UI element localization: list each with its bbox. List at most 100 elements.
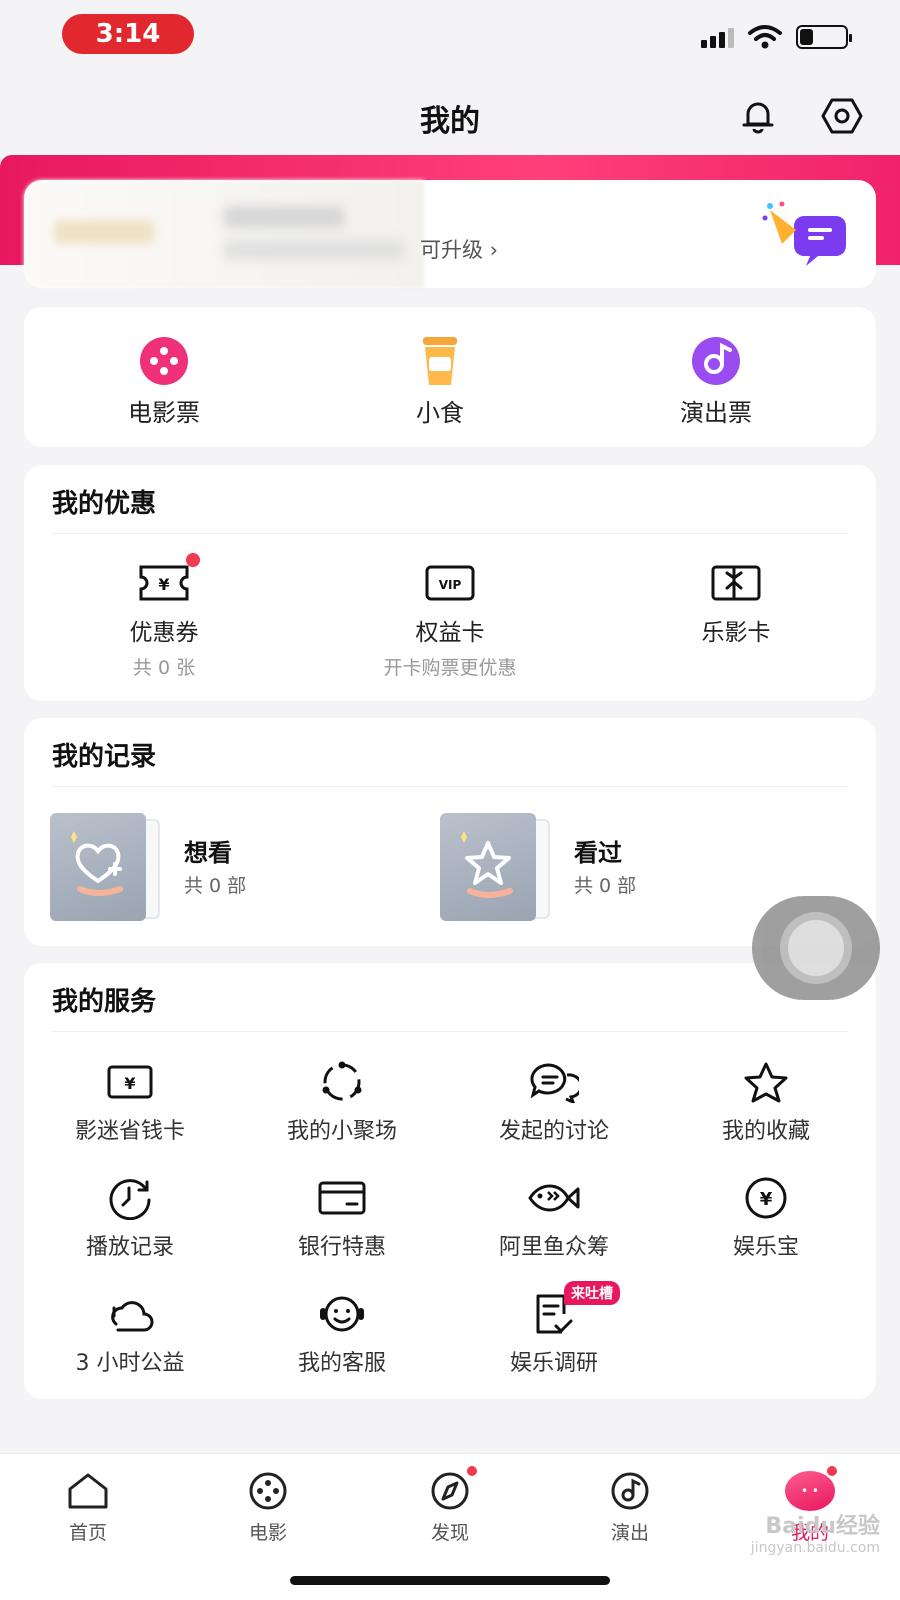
gift-card-icon: [706, 561, 766, 605]
svg-text:¥: ¥: [158, 575, 169, 594]
coupon-icon: ¥: [134, 553, 200, 605]
survey-icon: 来吐槽: [524, 1281, 620, 1337]
coupon-button[interactable]: ¥ 优惠券 共 0 张: [44, 553, 284, 680]
notification-dot: [825, 1464, 839, 1478]
divider: [52, 786, 848, 787]
divider: [52, 1031, 848, 1032]
assistive-touch-button[interactable]: [752, 896, 880, 1000]
movie-ticket-button[interactable]: 电影票: [64, 335, 264, 428]
want-to-watch-item[interactable]: 想看 共 0 部: [50, 813, 430, 923]
show-ticket-button[interactable]: 演出票: [616, 335, 816, 428]
record-label: 看过: [574, 839, 622, 867]
member-card[interactable]: 可升级 ›: [24, 180, 876, 288]
tab-shows[interactable]: 演出: [570, 1468, 690, 1545]
music-note-icon: [605, 1468, 655, 1514]
service-label: 发起的讨论: [498, 1119, 609, 1144]
notification-dot: [465, 1464, 479, 1478]
service-label: 娱乐宝: [732, 1235, 799, 1260]
record-count: 共 0 部: [184, 875, 247, 897]
chat-bubbles-icon: [524, 1059, 584, 1105]
vip-icon-text: VIP: [439, 578, 462, 592]
service-label: 影迷省钱卡: [74, 1119, 185, 1144]
coupon-count: 共 0 张: [132, 657, 196, 679]
service-label: 银行特惠: [297, 1235, 386, 1260]
tab-label: 演出: [610, 1522, 649, 1544]
tab-label: 首页: [68, 1522, 107, 1544]
ticket-label: 演出票: [680, 399, 752, 427]
bank-offers-service[interactable]: 银行特惠: [236, 1175, 448, 1261]
settings-hexagon-icon[interactable]: [820, 94, 864, 138]
compass-icon: [425, 1464, 479, 1514]
member-info-blurred: [24, 180, 424, 288]
yen-circle-icon: ¥: [736, 1175, 796, 1221]
battery-icon: [796, 25, 852, 49]
cloud-heart-icon: [100, 1291, 160, 1337]
wifi-icon: [748, 25, 782, 49]
benefit-card-label: 权益卡: [415, 620, 485, 646]
tab-label: 电影: [248, 1522, 287, 1544]
home-indicator[interactable]: [290, 1576, 610, 1585]
service-label: 3 小时公益: [75, 1351, 185, 1376]
discussions-service[interactable]: 发起的讨论: [448, 1059, 660, 1145]
section-title: 我的优惠: [52, 489, 157, 519]
circle-dots-icon: [312, 1059, 372, 1105]
service-label: 娱乐调研: [509, 1351, 598, 1376]
svg-text:¥: ¥: [760, 1189, 773, 1210]
savings-card-service[interactable]: ¥ 影迷省钱卡: [24, 1059, 236, 1145]
my-coupons-card: 我的优惠 ¥ 优惠券 共 0 张 VIP 权益卡 开卡购票更优惠 乐影卡: [24, 465, 876, 701]
svg-text:¥: ¥: [124, 1074, 135, 1093]
bank-card-icon: [312, 1175, 372, 1221]
bell-icon[interactable]: [736, 94, 780, 138]
tab-movies[interactable]: 电影: [208, 1468, 328, 1545]
service-label: 播放记录: [85, 1235, 174, 1260]
benefit-card-button[interactable]: VIP 权益卡 开卡购票更优惠: [330, 561, 570, 680]
header: 我的: [0, 88, 900, 148]
service-label: 阿里鱼众筹: [498, 1235, 609, 1260]
ticket-shortcuts: 电影票 小食 演出票: [24, 307, 876, 447]
yulebao-service[interactable]: ¥ 娱乐宝: [660, 1175, 872, 1261]
survey-badge: 来吐槽: [564, 1281, 620, 1305]
divider: [52, 533, 848, 534]
baidu-watermark: Baidu经验 jingyan.baidu.com: [720, 1508, 880, 1556]
charity-service[interactable]: 3 小时公益: [24, 1291, 236, 1377]
headset-smile-icon: [312, 1291, 372, 1337]
favorites-service[interactable]: 我的收藏: [660, 1059, 872, 1145]
heart-plus-icon: [50, 813, 146, 921]
section-title: 我的记录: [52, 742, 157, 772]
movie-card-button[interactable]: 乐影卡: [616, 561, 856, 647]
film-reel-icon: [134, 335, 194, 387]
service-label: 我的客服: [297, 1351, 386, 1376]
cellular-signal-icon: [701, 26, 734, 48]
status-bar: 3:14: [0, 0, 900, 70]
crowdfunding-service[interactable]: 阿里鱼众筹: [448, 1175, 660, 1261]
survey-service[interactable]: 来吐槽 娱乐调研: [448, 1281, 660, 1377]
watched-item[interactable]: 看过 共 0 部: [440, 813, 820, 923]
my-services-card: 我的服务 ¥ 影迷省钱卡 我的小聚场 发起的讨论 我的收藏 播放记录 银行特惠 …: [24, 963, 876, 1399]
my-records-card: 我的记录 想看 共 0 部 看过 共 0 部: [24, 718, 876, 946]
benefit-card-sub: 开卡购票更优惠: [383, 657, 517, 679]
vip-card-icon: VIP: [420, 561, 480, 605]
coupon-label: 优惠券: [129, 620, 199, 646]
film-icon: [243, 1468, 293, 1514]
tab-label: 发现: [430, 1522, 469, 1544]
star-icon: [440, 813, 536, 921]
ticket-label: 小食: [416, 399, 464, 427]
party-popper-icon: [762, 201, 846, 266]
upgrade-link[interactable]: 可升级 ›: [420, 234, 498, 264]
gathering-service[interactable]: 我的小聚场: [236, 1059, 448, 1145]
fish-icon: [524, 1175, 584, 1221]
status-time: 3:14: [62, 14, 194, 54]
customer-service[interactable]: 我的客服: [236, 1291, 448, 1377]
tab-home[interactable]: 首页: [28, 1468, 148, 1545]
watermark-brand: Baidu经验: [765, 1514, 880, 1539]
clock-icon: [100, 1175, 160, 1221]
record-count: 共 0 部: [574, 875, 637, 897]
play-history-service[interactable]: 播放记录: [24, 1175, 236, 1261]
movie-card-label: 乐影卡: [701, 620, 771, 646]
drink-cup-icon: [410, 335, 470, 387]
record-label: 想看: [184, 839, 232, 867]
tab-discover[interactable]: 发现: [390, 1464, 510, 1545]
status-icons: [701, 24, 852, 50]
snack-button[interactable]: 小食: [340, 335, 540, 428]
notification-dot: [186, 553, 200, 567]
